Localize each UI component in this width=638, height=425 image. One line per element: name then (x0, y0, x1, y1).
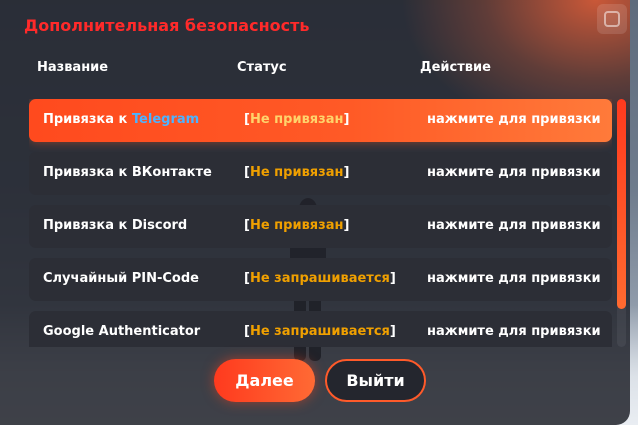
row-name: Случайный PIN-Code (43, 271, 199, 286)
row-status: [Не запрашивается] (244, 324, 396, 339)
row-status: [Не привязан] (244, 218, 350, 233)
column-headers: Название Статус Действие (0, 60, 630, 78)
column-header-status: Статус (237, 60, 287, 75)
row-status: [Не привязан] (244, 165, 350, 180)
row-action[interactable]: нажмите для привязки (427, 165, 601, 180)
row-action[interactable]: нажмите для привязки (427, 324, 601, 339)
security-row-pin-code[interactable]: Случайный PIN-Code [Не запрашивается] на… (29, 258, 612, 301)
list-scrollbar[interactable] (617, 99, 626, 347)
security-panel: Дополнительная безопасность Название Ста… (0, 0, 630, 425)
row-status: [Не привязан] (244, 112, 350, 127)
next-button[interactable]: Далее (214, 359, 315, 402)
row-name: Привязка к ВКонтакте (43, 165, 212, 180)
security-row-google-authenticator[interactable]: Google Authenticator [Не запрашивается] … (29, 311, 612, 347)
column-header-name: Название (37, 60, 109, 75)
column-header-action: Действие (420, 60, 491, 75)
row-name: Google Authenticator (43, 324, 201, 339)
panel-title: Дополнительная безопасность (24, 16, 310, 35)
row-action[interactable]: нажмите для привязки (427, 271, 601, 286)
security-row-discord[interactable]: Привязка к Discord [Не привязан] нажмите… (29, 205, 612, 248)
exit-button[interactable]: Выйти (325, 359, 426, 402)
row-action[interactable]: нажмите для привязки (427, 218, 601, 233)
security-row-vkontakte[interactable]: Привязка к ВКонтакте [Не привязан] нажми… (29, 152, 612, 195)
scrollbar-thumb[interactable] (617, 99, 626, 309)
row-action[interactable]: нажмите для привязки (427, 112, 601, 127)
telegram-highlight: Telegram (131, 112, 200, 127)
row-status: [Не запрашивается] (244, 271, 396, 286)
row-name: Привязка к Discord (43, 218, 188, 233)
row-name: Привязка к Telegram (43, 112, 200, 127)
security-row-telegram[interactable]: Привязка к Telegram [Не привязан] нажмит… (29, 99, 612, 142)
logo-icon (597, 4, 627, 34)
security-options-list: Привязка к Telegram [Не привязан] нажмит… (29, 99, 612, 347)
